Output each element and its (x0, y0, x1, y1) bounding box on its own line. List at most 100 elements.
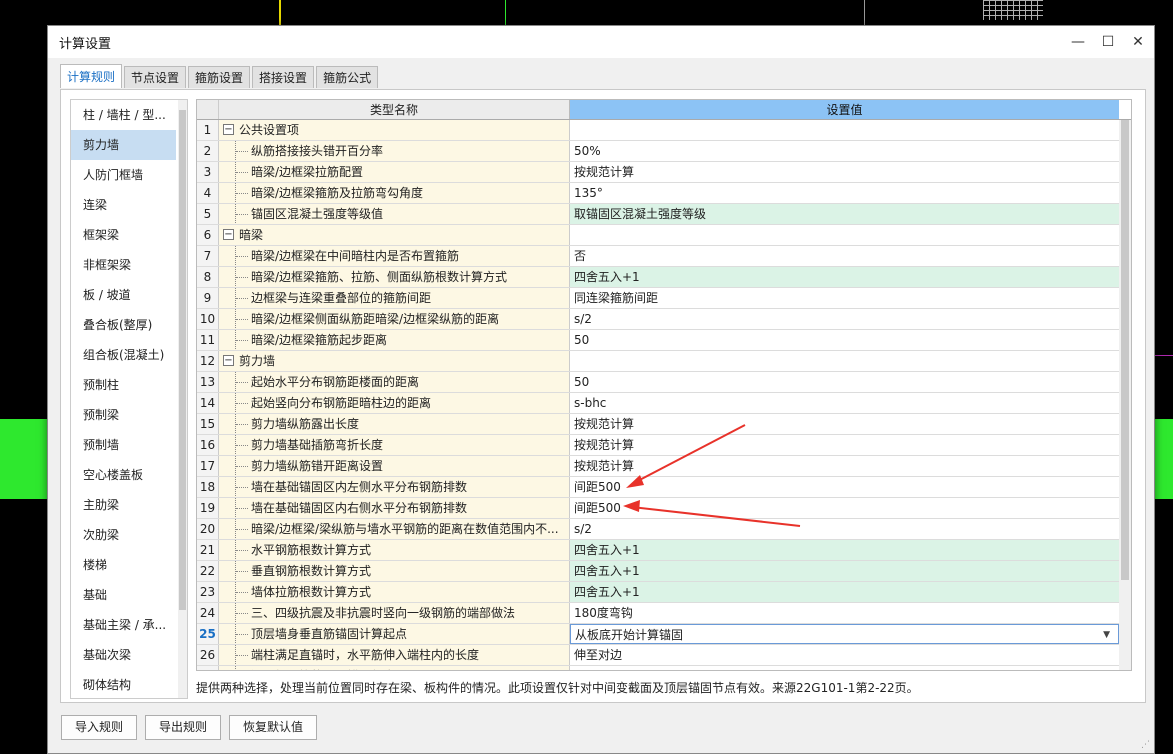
component-list-item[interactable]: 砌体结构 (71, 670, 176, 698)
component-list-item[interactable]: 组合板(混凝土) (71, 340, 176, 370)
component-list-item[interactable]: 空心楼盖板 (71, 460, 176, 490)
component-list-item[interactable]: 柱 / 墙柱 / 型... (71, 100, 176, 130)
list-scroll-thumb[interactable] (179, 110, 186, 610)
grid-row[interactable]: 17 剪力墙纵筋错开距离设置 按规范计算 (197, 456, 1131, 477)
grid-group-row[interactable]: 6− 暗梁 (197, 225, 1131, 246)
tab-node-settings[interactable]: 节点设置 (124, 66, 187, 88)
grid-row[interactable]: 23 墙体拉筋根数计算方式 四舍五入+1 (197, 582, 1131, 603)
setting-value-cell[interactable]: s/2 (570, 309, 1119, 329)
grid-row[interactable]: 3 暗梁/边框梁拉筋配置 按规范计算 (197, 162, 1131, 183)
component-list-item[interactable]: 主肋梁 (71, 490, 176, 520)
setting-value-cell[interactable]: s-bhc (570, 393, 1119, 413)
grid-group-row[interactable]: 12− 剪力墙 (197, 351, 1131, 372)
grid-group-row[interactable]: 1− 公共设置项 (197, 120, 1131, 141)
setting-value-cell[interactable]: 四舍五入+1 (570, 540, 1119, 560)
row-type-name: 垂直钢筋根数计算方式 (219, 561, 570, 581)
tab-calc-rules[interactable]: 计算规则 (60, 64, 123, 88)
setting-value-cell[interactable]: 135° (570, 183, 1119, 203)
grid-row[interactable]: 13 起始水平分布钢筋距楼面的距离 50 (197, 372, 1131, 393)
tab-lap-settings[interactable]: 搭接设置 (252, 66, 315, 88)
collapse-icon[interactable]: − (223, 355, 234, 366)
grid-row[interactable]: 21 水平钢筋根数计算方式 四舍五入+1 (197, 540, 1131, 561)
setting-value-cell[interactable]: la (570, 666, 1119, 670)
setting-value-cell[interactable]: 同连梁箍筋间距 (570, 288, 1119, 308)
setting-value-text: s/2 (574, 312, 592, 326)
component-list-item[interactable]: 板 / 坡道 (71, 280, 176, 310)
component-list-item[interactable]: 预制柱 (71, 370, 176, 400)
collapse-icon[interactable]: − (223, 124, 234, 135)
grid-scrollbar[interactable] (1119, 120, 1131, 670)
list-scrollbar[interactable] (178, 100, 187, 698)
setting-value-cell[interactable]: 间距500 (570, 498, 1119, 518)
grid-row[interactable]: 18 墙在基础锚固区内左侧水平分布钢筋排数 间距500 (197, 477, 1131, 498)
row-number: 7 (197, 246, 219, 266)
setting-value-cell[interactable] (570, 120, 1119, 140)
setting-value-cell[interactable]: 按规范计算 (570, 414, 1119, 434)
setting-value-cell[interactable]: 伸至对边 (570, 645, 1119, 665)
component-list-item[interactable]: 基础 (71, 580, 176, 610)
component-list-item[interactable]: 框架梁 (71, 220, 176, 250)
component-list-item[interactable]: 非框架梁 (71, 250, 176, 280)
setting-value-cell[interactable]: 180度弯钩 (570, 603, 1119, 623)
grid-row[interactable]: 4 暗梁/边框梁箍筋及拉筋弯勾角度 135° (197, 183, 1131, 204)
grid-row[interactable]: 20 暗梁/边框梁/梁纵筋与墙水平钢筋的距离在数值范围内不... s/2 (197, 519, 1131, 540)
minimize-button[interactable]: — (1064, 28, 1092, 56)
close-button[interactable]: ✕ (1124, 28, 1152, 56)
setting-value-cell[interactable]: 50 (570, 330, 1119, 350)
setting-value-dropdown[interactable]: 从板底开始计算锚固 ▼ (570, 624, 1119, 644)
setting-value-cell[interactable] (570, 225, 1119, 245)
setting-value-cell[interactable]: 按规范计算 (570, 435, 1119, 455)
setting-value-cell[interactable]: s/2 (570, 519, 1119, 539)
grid-row[interactable]: 2 纵筋搭接接头错开百分率 50% (197, 141, 1131, 162)
grid-row[interactable]: 9 边框梁与连梁重叠部位的箍筋间距 同连梁箍筋间距 (197, 288, 1131, 309)
grid-row[interactable]: 19 墙在基础锚固区内右侧水平分布钢筋排数 间距500 (197, 498, 1131, 519)
grid-row[interactable]: 5 锚固区混凝土强度等级值 取锚固区混凝土强度等级 (197, 204, 1131, 225)
component-list-item[interactable]: 人防门框墙 (71, 160, 176, 190)
tab-stirrup-formula[interactable]: 箍筋公式 (316, 66, 379, 88)
component-list-item[interactable]: 剪力墙 (71, 130, 176, 160)
setting-value-cell[interactable] (570, 351, 1119, 371)
setting-value-cell[interactable]: 取锚固区混凝土强度等级 (570, 204, 1119, 224)
restore-defaults-button[interactable]: 恢复默认值 (229, 715, 318, 740)
component-list-item[interactable]: 基础次梁 (71, 640, 176, 670)
component-list-item[interactable]: 连梁 (71, 190, 176, 220)
grid-row[interactable]: 8 暗梁/边框梁箍筋、拉筋、侧面纵筋根数计算方式 四舍五入+1 (197, 267, 1131, 288)
component-list-item[interactable]: 楼梯 (71, 550, 176, 580)
grid-row[interactable]: 14 起始竖向分布钢筋距暗柱边的距离 s-bhc (197, 393, 1131, 414)
tab-stirrup-settings[interactable]: 箍筋设置 (188, 66, 251, 88)
grid-row[interactable]: 15 剪力墙纵筋露出长度 按规范计算 (197, 414, 1131, 435)
grid-row[interactable]: 11 暗梁/边框梁箍筋起步距离 50 (197, 330, 1131, 351)
setting-value-cell[interactable]: 四舍五入+1 (570, 561, 1119, 581)
setting-value-cell[interactable]: 按规范计算 (570, 162, 1119, 182)
export-rules-button[interactable]: 导出规则 (145, 715, 222, 740)
component-list-item[interactable]: 次肋梁 (71, 520, 176, 550)
setting-value-cell[interactable]: 四舍五入+1 (570, 582, 1119, 602)
grid-row[interactable]: 24 三、四级抗震及非抗震时竖向一级钢筋的端部做法 180度弯钩 (197, 603, 1131, 624)
grid-scroll-thumb[interactable] (1121, 120, 1129, 580)
grid-row[interactable]: 22 垂直钢筋根数计算方式 四舍五入+1 (197, 561, 1131, 582)
setting-value-cell[interactable]: 50% (570, 141, 1119, 161)
row-number: 16 (197, 435, 219, 455)
grid-row[interactable]: 7 暗梁/边框梁在中间暗柱内是否布置箍筋 否 (197, 246, 1131, 267)
grid-row[interactable]: 10 暗梁/边框梁侧面纵筋距暗梁/边框梁纵筋的距离 s/2 (197, 309, 1131, 330)
grid-row[interactable]: 27 洞口加强筋的最小锚固长度 la (197, 666, 1131, 670)
component-list-item[interactable]: 基础主梁 / 承... (71, 610, 176, 640)
setting-value-cell[interactable]: 四舍五入+1 (570, 267, 1119, 287)
component-list-item[interactable]: 叠合板(整厚) (71, 310, 176, 340)
collapse-icon[interactable]: − (223, 229, 234, 240)
grid-row[interactable]: 25 顶层墙身垂直筋锚固计算起点 从板底开始计算锚固 ▼ (197, 624, 1131, 645)
row-number: 10 (197, 309, 219, 329)
maximize-button[interactable]: ☐ (1094, 28, 1122, 56)
setting-value-cell[interactable]: 否 (570, 246, 1119, 266)
grid-row[interactable]: 26 端柱满足直锚时，水平筋伸入端柱内的长度 伸至对边 (197, 645, 1131, 666)
setting-value-cell[interactable]: 间距500 (570, 477, 1119, 497)
grid-row[interactable]: 16 剪力墙基础插筋弯折长度 按规范计算 (197, 435, 1131, 456)
import-rules-button[interactable]: 导入规则 (61, 715, 138, 740)
component-list-item[interactable]: 预制梁 (71, 400, 176, 430)
component-list-item[interactable]: 预制墙 (71, 430, 176, 460)
setting-value-cell[interactable]: 50 (570, 372, 1119, 392)
tree-connector (235, 435, 249, 455)
resize-grip-icon[interactable]: ⋰ (1141, 740, 1151, 750)
dropdown-arrow-icon[interactable]: ▼ (1103, 625, 1110, 643)
setting-value-cell[interactable]: 按规范计算 (570, 456, 1119, 476)
